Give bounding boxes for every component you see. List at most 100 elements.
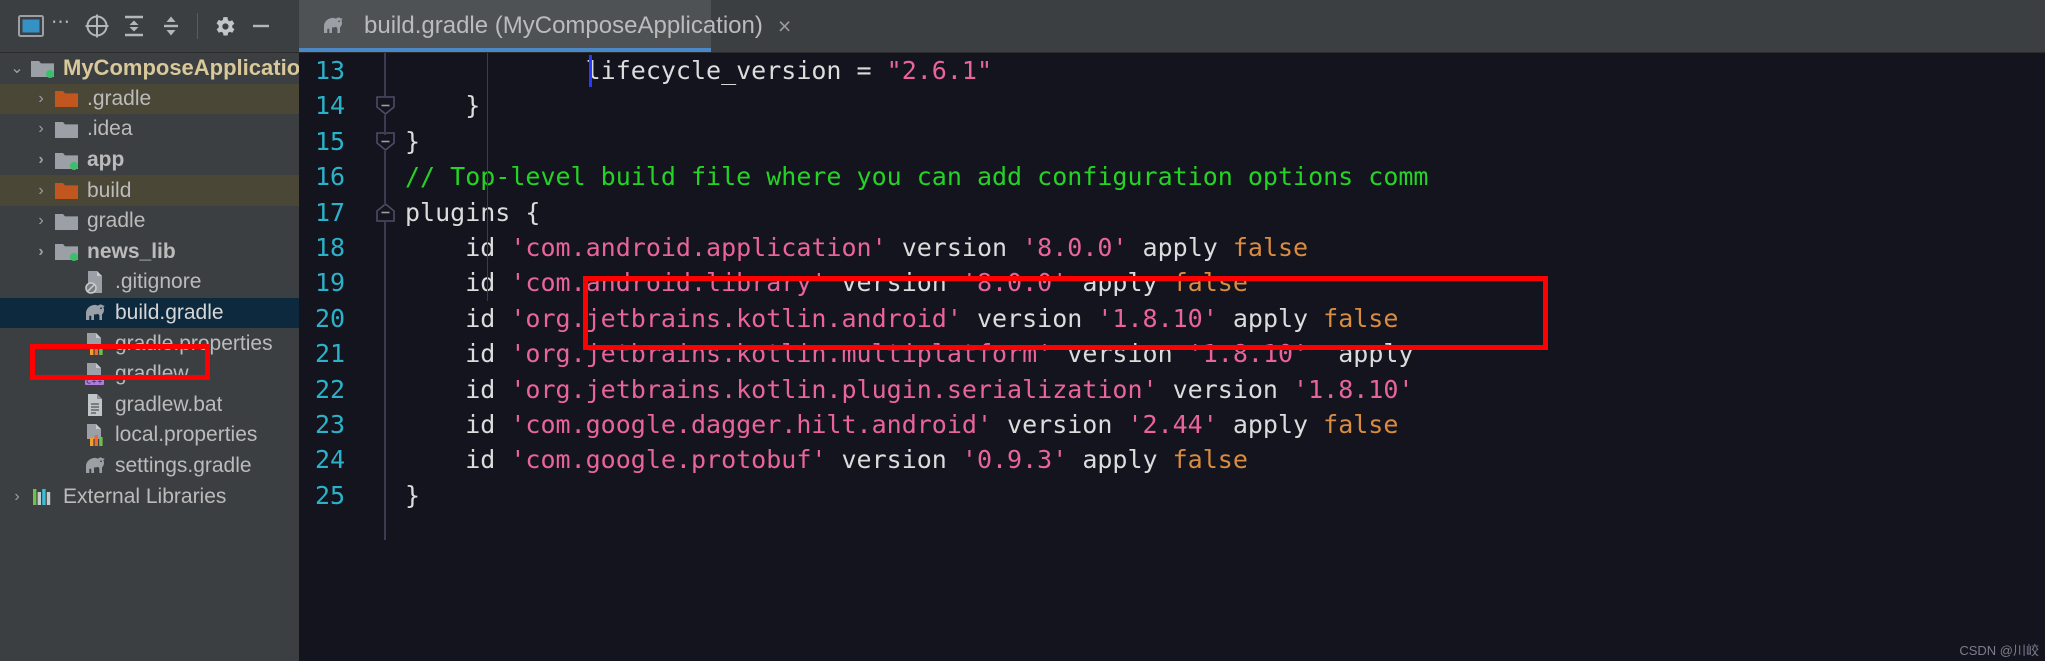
- code-token-txt: version: [1157, 374, 1294, 404]
- code-token-kw: false: [1172, 268, 1248, 298]
- tree-item-label: local.properties: [115, 423, 258, 447]
- tree-item-gradle-properties[interactable]: gradle.properties: [0, 328, 299, 359]
- code-token-kw: false: [1323, 409, 1399, 439]
- code-token-kw: false: [1172, 445, 1248, 475]
- code-token-str: "2.6.1": [886, 56, 992, 85]
- tree-item-settings-gradle[interactable]: settings.gradle: [0, 451, 299, 482]
- text-caret: [589, 55, 592, 87]
- code-token-txt: id: [405, 409, 511, 439]
- tree-item-app[interactable]: › app: [0, 145, 299, 176]
- code-token-str: '0.9.3': [961, 445, 1068, 475]
- code-line[interactable]: id 'org.jetbrains.kotlin.multiplatform' …: [405, 336, 2045, 371]
- code-token-txt: plugins {: [405, 197, 541, 227]
- watermark: CSDN @川峧: [1959, 643, 2039, 658]
- code-token-com: // Top-level build file where you can ad…: [405, 162, 1429, 192]
- chevron-right-icon[interactable]: ›: [30, 90, 52, 108]
- collapse-all-icon[interactable]: [154, 9, 188, 43]
- ide-window: ⋯ build.gradle (MyComposeApplication) × …: [0, 0, 2045, 661]
- module-folder-icon: [54, 148, 80, 172]
- fold-column[interactable]: [373, 53, 397, 661]
- select-opened-file-icon[interactable]: [80, 9, 114, 43]
- code-line[interactable]: }: [405, 124, 2045, 159]
- code-token-txt: id: [405, 339, 511, 369]
- code-line[interactable]: id 'com.google.dagger.hilt.android' vers…: [405, 407, 2045, 442]
- tree-item-external-libraries[interactable]: › External Libraries: [0, 481, 299, 512]
- code-line[interactable]: // Top-level build file where you can ad…: [405, 159, 2045, 194]
- tree-item-gradle[interactable]: › .gradle: [0, 83, 299, 115]
- expand-all-icon[interactable]: [117, 9, 151, 43]
- tree-item-gradlew-bat[interactable]: gradlew.bat: [0, 390, 299, 421]
- tree-item-gradle[interactable]: › gradle: [0, 206, 299, 237]
- code-token-txt: id: [405, 268, 511, 298]
- chevron-right-icon[interactable]: ›: [30, 120, 52, 138]
- chevron-down-icon[interactable]: ⌄: [6, 58, 28, 78]
- properties-file-icon: [82, 332, 108, 356]
- chevron-right-icon[interactable]: ›: [6, 488, 28, 506]
- tree-item-label: .idea: [87, 117, 133, 141]
- code-line[interactable]: plugins {: [405, 195, 2045, 230]
- tree-item-label: .gradle: [87, 86, 152, 110]
- tree-item-label: gradle.properties: [115, 331, 273, 355]
- tree-item-gradlew[interactable]: C++ gradlew: [0, 359, 299, 390]
- fold-toggle-icon[interactable]: [376, 96, 395, 116]
- indent-guide: [487, 53, 488, 301]
- tab-build-gradle[interactable]: build.gradle (MyComposeApplication) ×: [299, 0, 791, 52]
- minimize-icon[interactable]: [244, 9, 278, 43]
- module-folder-icon: [30, 56, 56, 80]
- code-editor[interactable]: 13 14 15 16 17 18 19 20 21 22 23 24 25 lifecycle_ver…: [299, 53, 2045, 661]
- code-line[interactable]: id 'org.jetbrains.kotlin.plugin.serializ…: [405, 372, 2045, 407]
- chevron-right-icon[interactable]: ›: [30, 212, 52, 230]
- project-tree[interactable]: ⌄ MyComposeApplication › .gradle › .idea › app ›…: [0, 53, 299, 661]
- code-line[interactable]: id 'com.google.protobuf' version '0.9.3'…: [405, 442, 2045, 477]
- gradle-elephant-icon: [82, 301, 108, 325]
- code-line[interactable]: }: [405, 88, 2045, 123]
- gradle-elephant-icon: [320, 14, 346, 38]
- close-icon[interactable]: ×: [778, 14, 791, 38]
- code-token-str: 'com.google.protobuf': [510, 445, 827, 475]
- tree-item-gitignore[interactable]: .gitignore: [0, 267, 299, 298]
- tree-item-label: app: [87, 148, 125, 172]
- project-window-icon[interactable]: [14, 9, 48, 43]
- properties-file-icon: [82, 423, 108, 447]
- code-line[interactable]: }: [405, 478, 2045, 513]
- tree-item-mycomposeapplication[interactable]: ⌄ MyComposeApplication: [0, 53, 299, 84]
- tree-item-build-gradle[interactable]: build.gradle: [0, 297, 299, 329]
- project-toolbar: ⋯: [0, 0, 299, 53]
- code-token-str: '1.8.10': [1293, 374, 1414, 404]
- chevron-right-icon[interactable]: ›: [30, 182, 52, 200]
- editor-gutter[interactable]: 13 14 15 16 17 18 19 20 21 22 23 24 25: [299, 53, 403, 661]
- folder-orange-icon: [54, 87, 80, 111]
- code-token-str: 'com.google.dagger.hilt.android': [510, 409, 992, 439]
- code-token-txt: id: [405, 374, 511, 404]
- cpp-file-icon: C++: [82, 362, 108, 386]
- fold-guide-line: [384, 53, 386, 97]
- code-token-txt: apply: [1127, 232, 1233, 262]
- code-token-txt: }: [405, 480, 421, 510]
- code-line[interactable]: id 'com.android.application' version '8.…: [405, 230, 2045, 265]
- tree-item-news-lib[interactable]: › news_lib: [0, 237, 299, 268]
- chevron-right-icon[interactable]: ›: [30, 243, 52, 261]
- libraries-icon: [30, 485, 56, 509]
- tree-item-build[interactable]: › build: [0, 175, 299, 206]
- text-file-icon: [82, 393, 108, 417]
- code-token-txt: version: [1052, 339, 1188, 369]
- tree-item-idea[interactable]: › .idea: [0, 114, 299, 145]
- folder-icon: [54, 117, 80, 141]
- code-token-txt: lifecycle_version =: [405, 56, 887, 85]
- code-token-str: 'org.jetbrains.kotlin.plugin.serializati…: [510, 374, 1158, 404]
- code-line[interactable]: id 'org.jetbrains.kotlin.android' versio…: [405, 301, 2045, 336]
- folder-orange-icon: [54, 179, 80, 203]
- gear-icon[interactable]: [207, 9, 241, 43]
- code-token-str: '1.8.10': [1097, 303, 1218, 333]
- code-line[interactable]: lifecycle_version = "2.6.1": [405, 53, 2045, 88]
- tree-item-local-properties[interactable]: local.properties: [0, 420, 299, 451]
- chevron-right-icon[interactable]: ›: [30, 151, 52, 169]
- code-line[interactable]: id 'com.android.library' version '8.0.0'…: [405, 265, 2045, 300]
- code-token-txt: apply: [1217, 303, 1324, 333]
- tree-item-label: settings.gradle: [115, 454, 252, 478]
- code-content[interactable]: lifecycle_version = "2.6.1" }} // Top-lev…: [403, 53, 2045, 661]
- code-token-txt: apply: [1308, 339, 1414, 369]
- ellipsis-icon[interactable]: ⋯: [51, 13, 77, 34]
- tree-item-label: gradlew: [115, 362, 189, 386]
- code-token-kw: false: [1232, 232, 1309, 262]
